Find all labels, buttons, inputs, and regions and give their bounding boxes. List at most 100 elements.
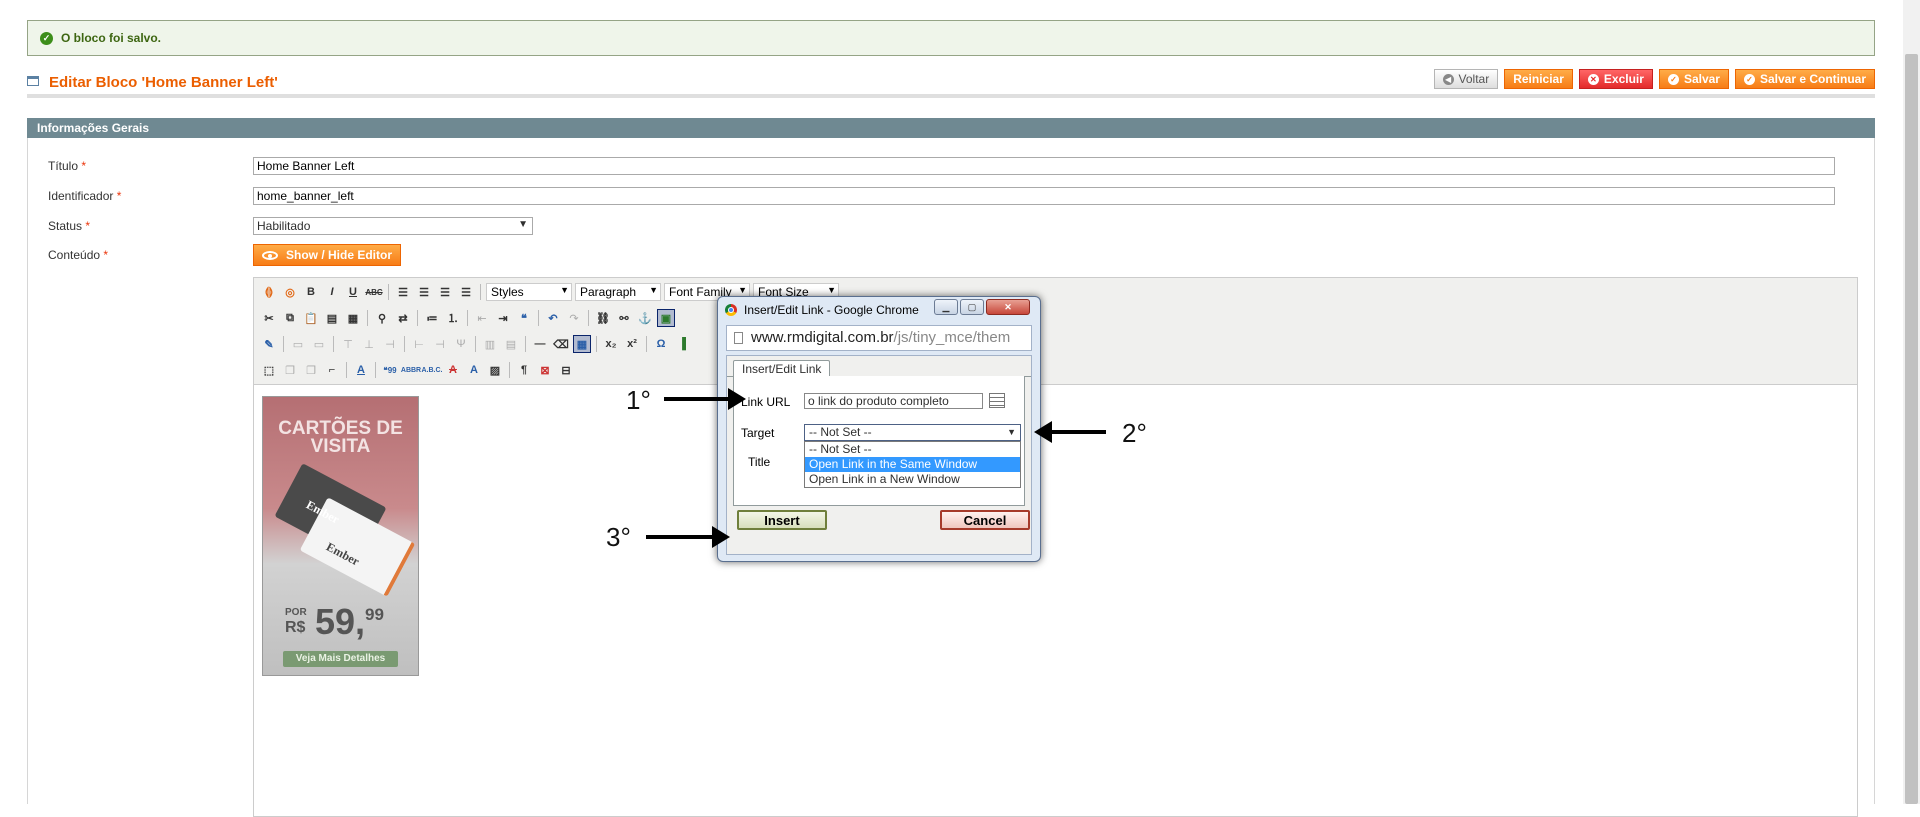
title-label: Título * bbox=[48, 159, 86, 173]
underline-icon[interactable]: U bbox=[344, 283, 362, 301]
edit-icon[interactable]: ✎ bbox=[260, 335, 278, 353]
attributes-icon[interactable]: ▨ bbox=[486, 361, 504, 379]
abbreviation-icon[interactable]: ABBR bbox=[401, 361, 421, 379]
visual-aid-icon[interactable]: ▦ bbox=[573, 335, 591, 353]
table-row-props-icon[interactable]: ▭ bbox=[289, 335, 307, 353]
styleprops-icon[interactable]: A bbox=[352, 361, 370, 379]
link-url-input[interactable]: o link do produto completo bbox=[804, 393, 983, 409]
reset-button[interactable]: Reiniciar bbox=[1504, 69, 1573, 89]
styles-dropdown[interactable]: Styles ▼ bbox=[486, 283, 572, 301]
minimize-button[interactable]: ▁ bbox=[934, 299, 958, 315]
save-button[interactable]: ✓ Salvar bbox=[1658, 69, 1729, 89]
close-button[interactable]: ✕ bbox=[986, 299, 1030, 315]
page-icon bbox=[734, 332, 743, 344]
strikethrough-icon[interactable]: ABC bbox=[365, 283, 383, 301]
delete-button[interactable]: ✕ Excluir bbox=[1578, 69, 1653, 89]
bold-icon[interactable]: B bbox=[302, 283, 320, 301]
bullet-list-icon[interactable]: ≔ bbox=[423, 309, 441, 327]
remove-format-icon[interactable]: ⌫ bbox=[552, 335, 570, 353]
toolbar-separator bbox=[588, 310, 589, 326]
numbered-list-icon[interactable]: ⒈ bbox=[444, 309, 462, 327]
delete-col-icon[interactable]: Ψ bbox=[452, 335, 470, 353]
unlink-icon[interactable]: ⚯ bbox=[615, 309, 633, 327]
dialog-url-bar[interactable]: www.rmdigital.com.br/js/tiny_mce/them bbox=[726, 325, 1032, 351]
target-option-same-window[interactable]: Open Link in the Same Window bbox=[805, 457, 1020, 472]
required-mark: * bbox=[103, 248, 109, 262]
widget-icon[interactable]: ⟬⟭ bbox=[260, 283, 278, 301]
banner-image[interactable]: CARTÕES DE VISITA Ember Ember POR R$ 59,… bbox=[262, 396, 419, 676]
content-label-text: Conteúdo bbox=[48, 248, 101, 262]
paste-text-icon[interactable]: ▤ bbox=[323, 309, 341, 327]
superscript-icon[interactable]: x² bbox=[623, 335, 641, 353]
redo-icon[interactable]: ↷ bbox=[565, 309, 583, 327]
browse-icon[interactable] bbox=[989, 393, 1005, 408]
merge-cells-icon[interactable]: ▤ bbox=[502, 335, 520, 353]
absolute-position-icon[interactable]: ⌐ bbox=[323, 361, 341, 379]
insertion-icon[interactable]: A bbox=[465, 361, 483, 379]
copy-icon[interactable]: ⧉ bbox=[281, 309, 299, 327]
table-cell-props-icon[interactable]: ▭ bbox=[310, 335, 328, 353]
anchor-icon[interactable]: ⚓ bbox=[636, 309, 654, 327]
select-all-icon[interactable]: ⬚ bbox=[260, 361, 278, 379]
align-center-icon[interactable]: ☰ bbox=[415, 283, 433, 301]
subscript-icon[interactable]: x₂ bbox=[602, 335, 620, 353]
cancel-button[interactable]: Cancel bbox=[940, 510, 1030, 530]
acronym-icon[interactable]: A.B.C. bbox=[422, 361, 443, 379]
blockquote-icon[interactable]: ❝ bbox=[515, 309, 533, 327]
insert-col-before-icon[interactable]: ⊢ bbox=[410, 335, 428, 353]
show-hide-editor-button[interactable]: Show / Hide Editor bbox=[253, 244, 402, 266]
status-label-text: Status bbox=[48, 219, 83, 233]
cut-icon[interactable]: ✂ bbox=[260, 309, 278, 327]
back-button[interactable]: ◀ Voltar bbox=[1433, 69, 1499, 89]
media-icon[interactable]: ▐ bbox=[673, 335, 691, 353]
insert-col-after-icon[interactable]: ⊣ bbox=[431, 335, 449, 353]
title-input[interactable] bbox=[253, 157, 1835, 175]
replace-icon[interactable]: ⇄ bbox=[394, 309, 412, 327]
target-select[interactable]: -- Not Set -- ▼ bbox=[804, 424, 1021, 441]
italic-icon[interactable]: I bbox=[323, 283, 341, 301]
visual-chars-icon[interactable]: ¶ bbox=[515, 361, 533, 379]
page-scrollbar[interactable] bbox=[1903, 0, 1920, 804]
identifier-input[interactable] bbox=[253, 187, 1835, 205]
save-continue-button[interactable]: ✓ Salvar e Continuar bbox=[1734, 69, 1875, 89]
paste-icon[interactable]: 📋 bbox=[302, 309, 320, 327]
insert-image-icon[interactable]: ▣ bbox=[657, 309, 675, 327]
outdent-icon[interactable]: ⇤ bbox=[473, 309, 491, 327]
find-icon[interactable]: ⚲ bbox=[373, 309, 391, 327]
maximize-button[interactable]: ▢ bbox=[960, 299, 984, 315]
move-backward-icon[interactable]: ❐ bbox=[302, 361, 320, 379]
link-icon[interactable]: ⛓ bbox=[594, 309, 612, 327]
variable-icon[interactable]: ◎ bbox=[281, 283, 299, 301]
paste-word-icon[interactable]: ▦ bbox=[344, 309, 362, 327]
paragraph-dropdown[interactable]: Paragraph ▼ bbox=[575, 283, 661, 301]
scrollbar-thumb[interactable] bbox=[1905, 54, 1918, 804]
insert-row-before-icon[interactable]: ⊤ bbox=[339, 335, 357, 353]
horizontal-rule-icon[interactable]: — bbox=[531, 335, 549, 353]
toolbar-separator bbox=[525, 336, 526, 352]
split-cells-icon[interactable]: ▥ bbox=[481, 335, 499, 353]
status-select[interactable]: Habilitado ▼ bbox=[253, 217, 533, 235]
section-header: Informações Gerais bbox=[27, 118, 1875, 138]
deletion-icon[interactable]: A bbox=[444, 361, 462, 379]
indent-icon[interactable]: ⇥ bbox=[494, 309, 512, 327]
undo-icon[interactable]: ↶ bbox=[544, 309, 562, 327]
align-left-icon[interactable]: ☰ bbox=[394, 283, 412, 301]
page-break-icon[interactable]: ⊟ bbox=[557, 361, 575, 379]
target-option-new-window[interactable]: Open Link in a New Window bbox=[805, 472, 1020, 487]
target-option-not-set[interactable]: -- Not Set -- bbox=[805, 442, 1020, 457]
delete-row-icon[interactable]: ⊣ bbox=[381, 335, 399, 353]
nonbreaking-icon[interactable]: ⊠ bbox=[536, 361, 554, 379]
align-justify-icon[interactable]: ☰ bbox=[457, 283, 475, 301]
dialog-titlebar[interactable]: Insert/Edit Link - Google Chrome ▁ ▢ ✕ bbox=[718, 297, 1040, 323]
link-url-label: Link URL bbox=[741, 395, 791, 409]
align-right-icon[interactable]: ☰ bbox=[436, 283, 454, 301]
save-continue-button-label: Salvar e Continuar bbox=[1759, 72, 1866, 86]
insert-button[interactable]: Insert bbox=[737, 510, 827, 530]
insert-layer-icon[interactable]: ❐ bbox=[281, 361, 299, 379]
cite-icon[interactable]: ❝99 bbox=[381, 361, 399, 379]
success-check-icon: ✓ bbox=[40, 31, 53, 45]
step-3-arrow bbox=[646, 526, 730, 548]
tab-insert-edit-link[interactable]: Insert/Edit Link bbox=[733, 360, 831, 377]
insert-row-after-icon[interactable]: ⊥ bbox=[360, 335, 378, 353]
special-char-icon[interactable]: Ω bbox=[652, 335, 670, 353]
